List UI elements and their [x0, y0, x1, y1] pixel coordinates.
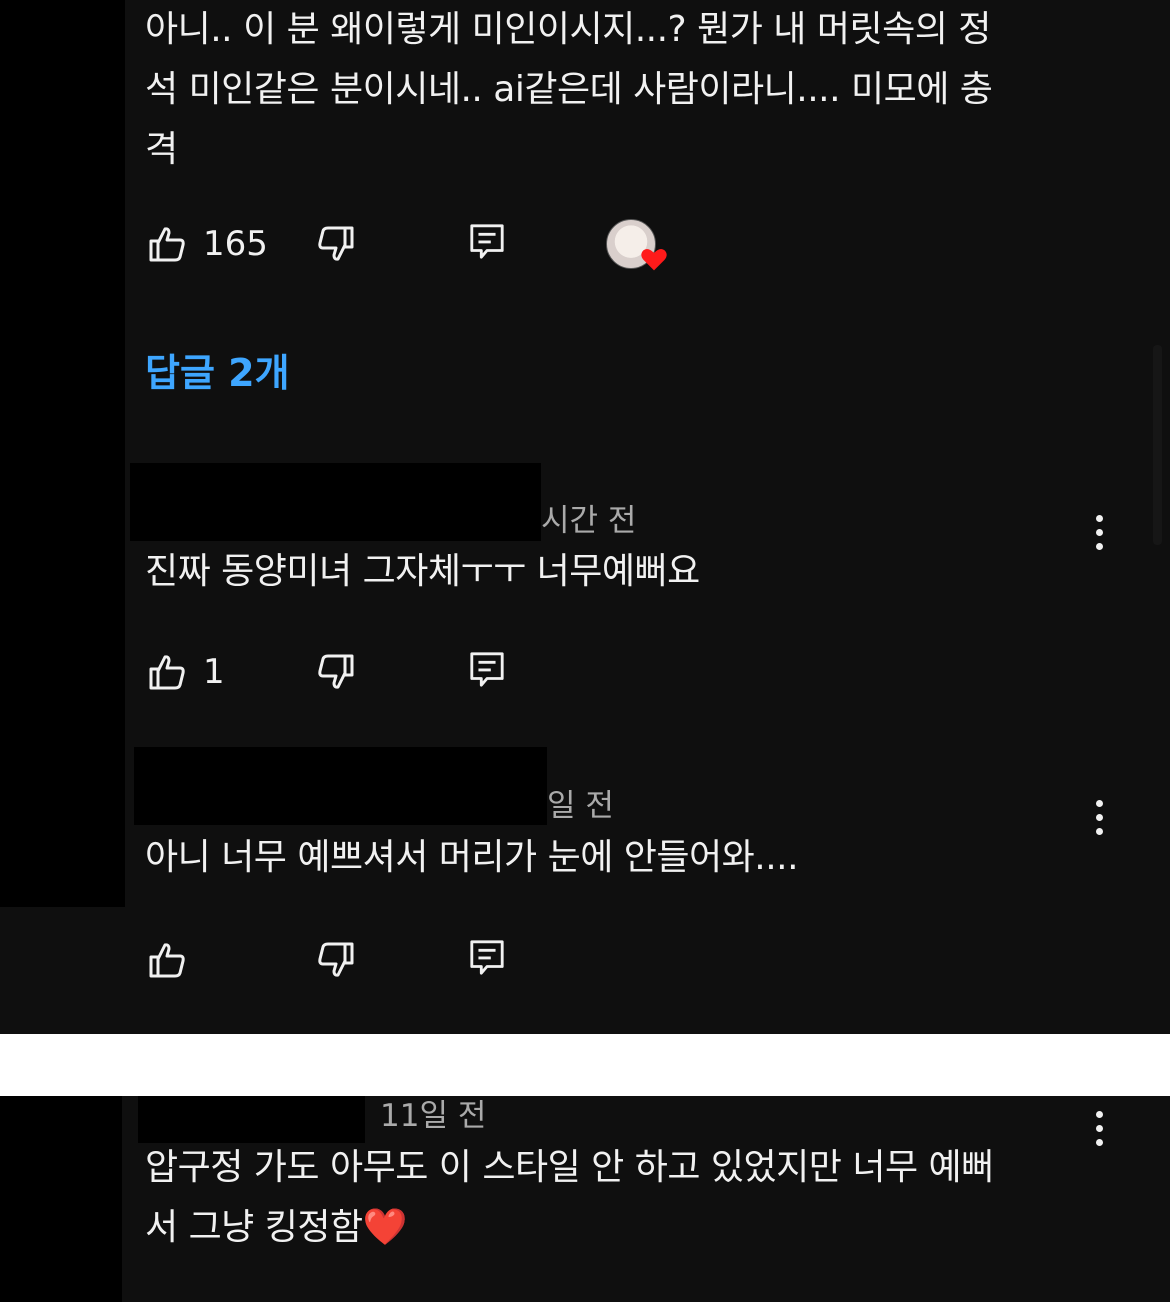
comment-line: 격 [145, 129, 178, 170]
dislike-button[interactable] [316, 940, 356, 980]
timestamp: 시간 전 [541, 503, 637, 539]
comment-line: 석 미인같은 분이시네.. ai같은데 사람이라니.... 미모에 충 [145, 69, 993, 110]
like-icon [147, 224, 187, 264]
redacted-author [138, 1096, 365, 1143]
comment-line-text: 서 그냥 킹정함 [145, 1207, 363, 1248]
like-button[interactable]: 165 [147, 224, 268, 264]
comments-panel: 11일 전 압구정 가도 아무도 이 스타일 안 하고 있었지만 너무 예뻐 서… [0, 1096, 1170, 1302]
comment-line: 아니.. 이 분 왜이렇게 미인이시지...? 뭔가 내 머릿속의 정 [145, 9, 991, 50]
like-icon [147, 940, 187, 980]
replies-toggle[interactable]: 답글 2개 [145, 342, 290, 397]
like-icon [147, 652, 187, 692]
reply-text: 아니 너무 예쁘셔서 머리가 눈에 안들어와.... [145, 837, 799, 878]
reply-text: 진짜 동양미녀 그자체ㅜㅜ 너무예뻐요 [145, 551, 700, 592]
like-count: 165 [203, 224, 268, 264]
left-margin [0, 1096, 122, 1302]
left-margin [0, 0, 125, 907]
dislike-icon [316, 940, 356, 980]
reply-button[interactable] [468, 222, 506, 260]
dislike-icon [316, 652, 356, 692]
more-options-icon[interactable] [1094, 1111, 1104, 1146]
reply-button[interactable] [468, 938, 506, 976]
comments-panel: 아니.. 이 분 왜이렇게 미인이시지...? 뭔가 내 머릿속의 정 석 미인… [0, 0, 1170, 1034]
heart-icon [641, 248, 667, 271]
timestamp: 11일 전 [380, 1098, 487, 1134]
scrollbar[interactable] [1153, 345, 1162, 545]
like-count: 1 [203, 652, 225, 692]
reply-actions: 1 [0, 642, 1170, 702]
timestamp: 일 전 [547, 788, 614, 824]
like-button[interactable] [147, 940, 203, 980]
reply-actions [0, 930, 1170, 990]
redacted-author [130, 463, 541, 541]
dislike-button[interactable] [316, 652, 356, 692]
more-options-icon[interactable] [1094, 515, 1104, 550]
like-button[interactable]: 1 [147, 652, 225, 692]
comment-text: 아니.. 이 분 왜이렇게 미인이시지...? 뭔가 내 머릿속의 정 석 미인… [145, 0, 993, 180]
reply-icon [468, 938, 506, 976]
reply-icon [468, 650, 506, 688]
dislike-button[interactable] [316, 224, 356, 264]
heart-emoji-icon: ❤️ [362, 1207, 408, 1248]
more-options-icon[interactable] [1094, 800, 1104, 835]
comment-text: 압구정 가도 아무도 이 스타일 안 하고 있었지만 너무 예뻐 서 그냥 킹정… [145, 1138, 994, 1258]
redacted-author [134, 747, 547, 825]
dislike-icon [316, 224, 356, 264]
comment-line: 서 그냥 킹정함❤️ [145, 1198, 994, 1258]
comment-actions: 165 [0, 214, 1170, 274]
comment-line: 압구정 가도 아무도 이 스타일 안 하고 있었지만 너무 예뻐 [145, 1147, 994, 1188]
reply-icon [468, 222, 506, 260]
reply-button[interactable] [468, 650, 506, 688]
